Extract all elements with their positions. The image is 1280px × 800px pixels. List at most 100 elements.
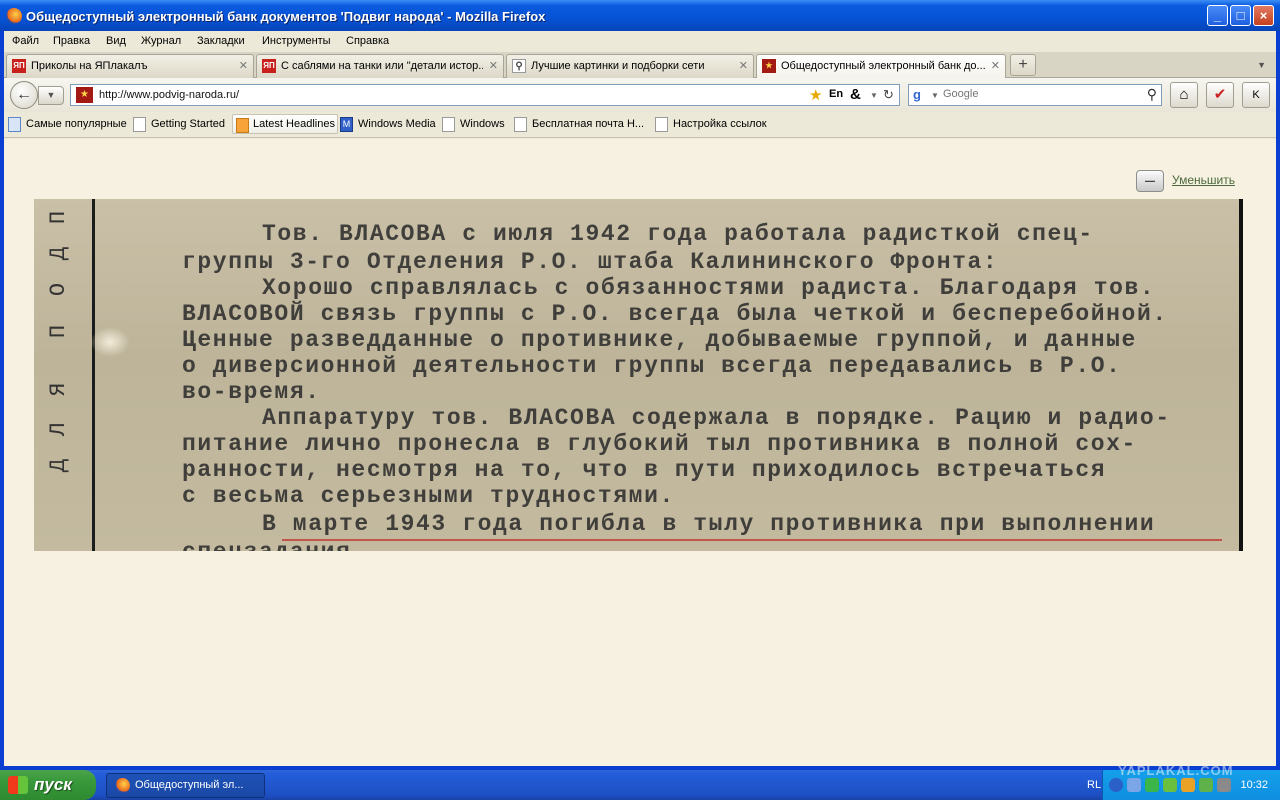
tab-label: Приколы на ЯПлакалъ: [31, 60, 148, 72]
tab-list-dropdown-icon[interactable]: ▼: [1257, 60, 1266, 70]
document-scan-image: Д Л Я П О Д П Тов. ВЛАСОВА с июля 1942 г…: [34, 199, 1243, 551]
addon-k-icon[interactable]: K: [1242, 82, 1270, 108]
yaplakal-favicon: ЯП: [12, 59, 26, 73]
close-tab-icon[interactable]: ✕: [739, 59, 748, 72]
ampersand-icon[interactable]: &: [850, 86, 861, 103]
addon-red-icon[interactable]: ✔: [1206, 82, 1234, 108]
tab-yaplakal[interactable]: ЯП Приколы на ЯПлакалъ ✕: [6, 54, 254, 78]
search-engine-dropdown-icon[interactable]: ▼: [931, 91, 939, 100]
close-tab-icon[interactable]: ✕: [489, 59, 498, 72]
firefox-icon: [115, 778, 130, 793]
doc-line: во-время.: [182, 379, 321, 405]
shield-icon[interactable]: [1145, 778, 1159, 792]
yaplakal-favicon: ЯП: [262, 59, 276, 73]
search-bar[interactable]: g ▼ ⚲: [908, 84, 1162, 106]
tab-bar: ЯП Приколы на ЯПлакалъ ✕ ЯП С саблями на…: [4, 52, 1276, 79]
site-identity-icon[interactable]: ★: [76, 87, 93, 103]
menu-edit[interactable]: Правка: [53, 35, 90, 47]
new-tab-button[interactable]: +: [1010, 54, 1036, 76]
tab-label: Общедоступный электронный банк до...: [781, 60, 985, 72]
maximize-button[interactable]: □: [1230, 5, 1251, 26]
search-icon[interactable]: ⚲: [1147, 86, 1157, 103]
doc-line: В марте 1943 года погибла в тылу противн…: [262, 511, 1156, 537]
windows-media-icon: M: [340, 117, 353, 132]
icq-icon[interactable]: [1199, 778, 1213, 792]
taskbar: пуск Общедоступный эл... RL 10:32: [0, 770, 1280, 800]
start-button[interactable]: пуск: [0, 770, 96, 800]
tab-sabres[interactable]: ЯП С саблями на танки или "детали истор.…: [256, 54, 504, 78]
menu-view[interactable]: Вид: [106, 35, 126, 47]
page-icon: [442, 117, 455, 132]
tray-app-icon[interactable]: [1181, 778, 1195, 792]
star-icon: ★: [762, 59, 776, 73]
menu-bar: Файл Правка Вид Журнал Закладки Инструме…: [4, 31, 1276, 51]
tab-podvig[interactable]: ★ Общедоступный электронный банк до... ✕: [756, 54, 1006, 79]
doc-line: группы 3-го Отделения Р.О. штаба Калинин…: [182, 249, 999, 275]
bookmark-getting-started[interactable]: Getting Started: [133, 117, 225, 132]
tray-app-icon[interactable]: [1163, 778, 1177, 792]
zoom-out-button[interactable]: –: [1136, 170, 1164, 192]
bookmark-windows[interactable]: Windows: [442, 117, 505, 132]
bookmark-most-visited[interactable]: Самые популярные: [8, 117, 127, 132]
doc-line: Хорошо справлялась с обязанностями радис…: [262, 275, 1156, 301]
tab-pictures[interactable]: ⚲ Лучшие картинки и подборки сети ✕: [506, 54, 754, 78]
tab-label: Лучшие картинки и подборки сети: [531, 60, 705, 72]
magnifier-icon: ⚲: [512, 59, 526, 73]
tray-arrow-icon[interactable]: [1109, 778, 1123, 792]
url-dropdown-icon[interactable]: ▼: [870, 91, 878, 100]
doc-line: с весьма серьезными трудностями.: [182, 483, 675, 509]
doc-line: Тов. ВЛАСОВА с июля 1942 года работала р…: [262, 221, 1094, 247]
bookmark-star-icon[interactable]: ★: [809, 86, 822, 104]
rss-icon: [236, 118, 249, 133]
doc-line: ВЛАСОВОЙ связь группы с Р.О. всегда была…: [182, 301, 1168, 327]
navigation-toolbar: ← ▼ ★ http://www.podvig-naroda.ru/ ★ En …: [4, 78, 1276, 112]
network-icon[interactable]: [1127, 778, 1141, 792]
search-input[interactable]: [943, 88, 1133, 100]
doc-line: о диверсионной деятельности группы всегд…: [182, 353, 1122, 379]
doc-line: спецзадания.: [182, 539, 367, 551]
taskbar-firefox-item[interactable]: Общедоступный эл...: [106, 773, 265, 798]
title-bar[interactable]: Общедоступный электронный банк документо…: [0, 0, 1280, 31]
menu-tools[interactable]: Инструменты: [262, 35, 331, 47]
bookmark-latest-headlines[interactable]: Latest Headlines: [232, 114, 338, 134]
bookmark-free-mail[interactable]: Бесплатная почта Н...: [514, 117, 644, 132]
bookmarks-toolbar: Самые популярные Getting Started Latest …: [4, 112, 1276, 138]
window-title: Общедоступный электронный банк документо…: [26, 9, 546, 24]
bookmark-windows-media[interactable]: M Windows Media: [340, 117, 436, 132]
bookmark-customize-links[interactable]: Настройка ссылок: [655, 117, 767, 132]
translate-icon[interactable]: En: [829, 88, 843, 100]
minimize-button[interactable]: _: [1207, 5, 1228, 26]
doc-line: питание лично пронесла в глубокий тыл пр…: [182, 431, 1137, 457]
clock: 10:32: [1240, 779, 1268, 791]
reload-icon[interactable]: ↻: [883, 87, 894, 103]
folder-icon: [8, 117, 21, 132]
forward-history-dropdown[interactable]: ▼: [38, 86, 64, 105]
page-icon: [133, 117, 146, 132]
menu-history[interactable]: Журнал: [141, 35, 181, 47]
google-icon[interactable]: g: [913, 87, 929, 103]
home-button[interactable]: ⌂: [1170, 82, 1198, 108]
menu-help[interactable]: Справка: [346, 35, 389, 47]
page-icon: [514, 117, 527, 132]
page-icon: [655, 117, 668, 132]
shrink-link[interactable]: Уменьшить: [1172, 173, 1235, 187]
firefox-window: Общедоступный электронный банк документо…: [0, 0, 1280, 770]
language-indicator[interactable]: RL: [1087, 779, 1101, 791]
tab-label: С саблями на танки или "детали истор...: [281, 60, 483, 72]
firefox-icon: [6, 8, 22, 24]
doc-line: Ценные разведданные о противнике, добыва…: [182, 327, 1137, 353]
back-button[interactable]: ←: [10, 81, 38, 109]
speaker-icon[interactable]: [1217, 778, 1231, 792]
windows-flag-icon: [8, 776, 28, 794]
url-bar[interactable]: ★ http://www.podvig-naroda.ru/ ★ En & ▼ …: [70, 84, 900, 106]
close-tab-icon[interactable]: ✕: [991, 59, 1000, 72]
browser-frame: Файл Правка Вид Журнал Закладки Инструме…: [4, 31, 1276, 766]
watermark: YAPLAKAL.COM: [1118, 763, 1234, 778]
close-tab-icon[interactable]: ✕: [239, 59, 248, 72]
side-stamp-text: Д Л Я П О Д П: [46, 210, 72, 473]
url-text[interactable]: http://www.podvig-naroda.ru/: [99, 89, 239, 101]
close-button[interactable]: ×: [1253, 5, 1274, 26]
menu-file[interactable]: Файл: [12, 35, 39, 47]
paper-crease: [90, 327, 130, 357]
menu-bookmarks[interactable]: Закладки: [197, 35, 245, 47]
